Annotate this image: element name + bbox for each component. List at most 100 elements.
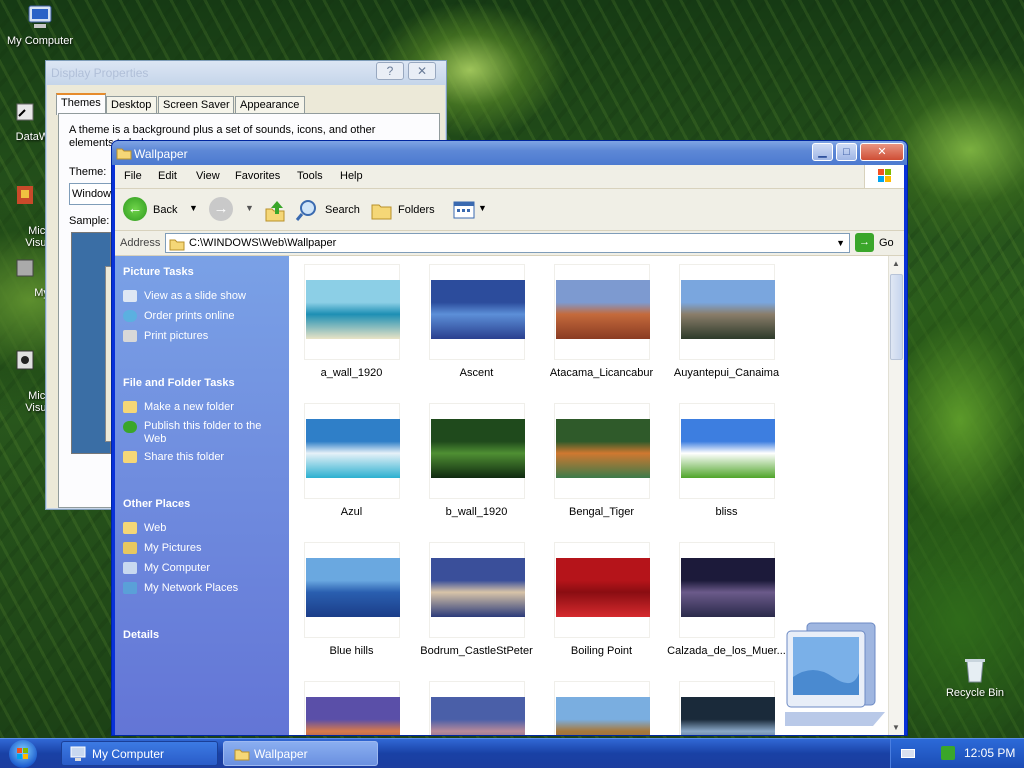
folder-icon [169,239,185,251]
desktop-icon-my-computer[interactable]: My Computer [1,4,79,47]
wallpaper-preview-image [306,280,400,339]
network-tray-icon[interactable] [941,746,955,760]
menu-bar: File Edit View Favorites Tools Help [115,165,904,189]
file-name[interactable]: Bodrum_CastleStPeter [414,645,539,657]
search-button[interactable]: Search [295,197,365,223]
menu-help[interactable]: Help [340,170,363,182]
views-button[interactable]: ▼ [453,199,487,221]
task-new-folder[interactable]: Make a new folder [120,397,282,417]
help-button[interactable]: ? [376,62,404,80]
file-thumbnail[interactable] [554,403,650,499]
file-name[interactable]: bliss [664,506,789,518]
file-thumbnail[interactable] [679,403,775,499]
scroll-down-arrow[interactable]: ▼ [892,723,900,732]
windows-orb-icon [9,740,37,768]
menu-view[interactable]: View [196,170,220,182]
file-thumbnail[interactable] [304,403,400,499]
file-thumbnail[interactable] [429,681,525,735]
file-name[interactable]: a_wall_1920 [289,367,414,379]
chevron-down-icon: ▼ [478,203,487,213]
place-label: Web [144,522,167,534]
address-input[interactable]: C:\WINDOWS\Web\Wallpaper ▼ [165,233,850,253]
tab-themes[interactable]: Themes [56,93,106,115]
desktop-icon-recycle-bin[interactable]: Recycle Bin [936,656,1014,699]
taskbar-item-wallpaper[interactable]: Wallpaper [223,741,378,766]
place-network[interactable]: My Network Places [120,578,282,598]
file-thumbnail[interactable] [554,542,650,638]
keyboard-icon[interactable] [901,749,915,758]
taskbar-item-my-computer[interactable]: My Computer [61,741,218,766]
file-thumbnail[interactable] [304,264,400,360]
back-arrow-icon: ← [123,197,147,221]
file-name[interactable]: Auyantepui_Canaima [664,367,789,379]
minimize-button[interactable]: ▁ [812,143,833,161]
scroll-thumb[interactable] [890,274,903,360]
file-name[interactable]: b_wall_1920 [414,506,539,518]
task-share[interactable]: Share this folder [120,447,282,467]
back-button[interactable]: ← Back ▼ [123,197,201,223]
section-title[interactable]: Picture Tasks [120,262,282,282]
file-name[interactable]: Calzada_de_los_Muer... [664,645,789,657]
vertical-scrollbar[interactable]: ▲ ▼ [888,256,904,735]
tab-appearance[interactable]: Appearance [235,96,305,114]
computer-icon [70,746,86,761]
search-icon [295,200,316,221]
file-name[interactable]: Ascent [414,367,539,379]
theme-select-value: Window [72,188,112,200]
section-title[interactable]: Other Places [120,494,282,514]
app-icon [9,347,39,375]
file-name[interactable]: Bengal_Tiger [539,506,664,518]
section-title[interactable]: Details [120,625,282,645]
place-web[interactable]: Web [120,518,282,538]
menu-edit[interactable]: Edit [158,170,177,182]
task-pane: Picture Tasks View as a slide show Order… [115,256,289,735]
file-thumbnail[interactable] [304,681,400,735]
close-button[interactable]: ✕ [860,143,904,161]
maximize-button[interactable]: □ [836,143,857,161]
tab-screen-saver[interactable]: Screen Saver [158,96,234,114]
file-thumbnail[interactable] [304,542,400,638]
file-thumbnail[interactable] [554,264,650,360]
place-my-computer[interactable]: My Computer [120,558,282,578]
file-thumbnail[interactable] [679,264,775,360]
menu-tools[interactable]: Tools [297,170,323,182]
folders-button[interactable]: Folders [370,197,442,223]
task-order-prints[interactable]: Order prints online [120,306,282,326]
place-label: My Pictures [144,542,202,554]
scroll-up-arrow[interactable]: ▲ [892,259,900,268]
task-print[interactable]: Print pictures [120,326,282,346]
folders-icon [371,204,392,220]
file-thumbnail[interactable] [679,542,775,638]
file-thumbnail[interactable] [554,681,650,735]
wallpaper-preview-image [431,558,525,617]
folder-icon [123,522,137,534]
task-slideshow[interactable]: View as a slide show [120,286,282,306]
file-thumbnail[interactable] [429,403,525,499]
task-publish[interactable]: Publish this folder to the Web [120,417,282,447]
menu-file[interactable]: File [124,170,142,182]
place-my-pictures[interactable]: My Pictures [120,538,282,558]
clock[interactable]: 12:05 PM [964,746,1015,760]
file-thumbnail[interactable] [429,542,525,638]
file-thumbnail[interactable] [679,681,775,735]
go-button[interactable]: → Go [855,233,903,253]
wallpaper-preview-image [306,697,400,735]
forward-button[interactable]: → ▼ [209,197,257,223]
menu-favorites[interactable]: Favorites [235,170,280,182]
file-name[interactable]: Azul [289,506,414,518]
wallpaper-preview-image [556,419,650,478]
file-name[interactable]: Atacama_Licancabur [539,367,664,379]
wallpaper-preview-image [556,558,650,617]
task-label: Make a new folder [144,401,234,413]
close-button[interactable]: ✕ [408,62,436,80]
file-name[interactable]: Boiling Point [539,645,664,657]
chevron-down-icon[interactable]: ▼ [836,238,845,248]
file-thumbnail[interactable] [429,264,525,360]
chevron-down-icon: ▼ [245,203,254,213]
tab-desktop[interactable]: Desktop [106,96,157,114]
up-folder-icon[interactable] [263,197,287,223]
section-title[interactable]: File and Folder Tasks [120,373,282,393]
file-name[interactable]: Blue hills [289,645,414,657]
start-button[interactable] [0,739,52,768]
new-folder-icon [123,401,137,413]
